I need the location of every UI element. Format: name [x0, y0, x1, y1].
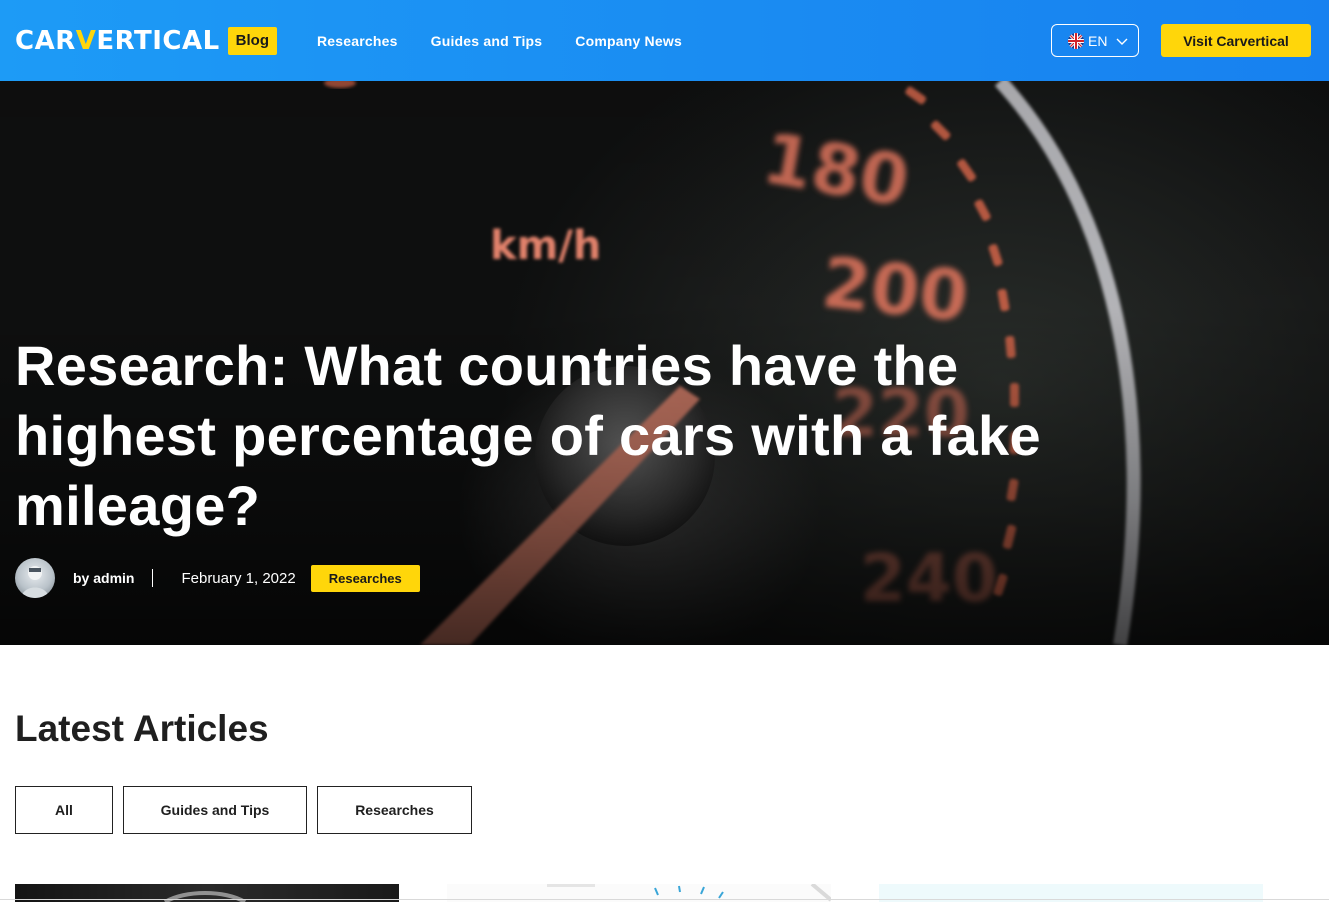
site-header: CARVERTICAL Blog Researches Guides and T…	[0, 0, 1329, 81]
uk-flag-icon	[1068, 32, 1084, 49]
language-code: EN	[1088, 32, 1108, 49]
nav-company-news[interactable]: Company News	[575, 33, 682, 49]
filter-guides-button[interactable]: Guides and Tips	[123, 786, 307, 834]
article-meta: by admin February 1, 2022 Researches	[15, 558, 420, 598]
author-avatar	[15, 558, 55, 598]
main-nav: Researches Guides and Tips Company News	[317, 0, 715, 81]
category-badge[interactable]: Researches	[310, 564, 420, 592]
filter-researches-button[interactable]: Researches	[317, 786, 472, 834]
featured-article-hero[interactable]: 180 200 220 240 km/h Research: What coun…	[0, 81, 1329, 645]
nav-guides-and-tips[interactable]: Guides and Tips	[431, 33, 543, 49]
nav-researches[interactable]: Researches	[317, 33, 398, 49]
blog-badge: Blog	[227, 27, 277, 55]
article-author[interactable]: by admin	[73, 570, 134, 586]
page-divider	[0, 899, 1329, 900]
hero-article-title[interactable]: Research: What countries have the highes…	[15, 331, 1075, 541]
meta-divider	[152, 569, 154, 587]
logo-wordmark: CARVERTICAL	[15, 26, 220, 56]
filter-all-button[interactable]: All	[15, 786, 113, 834]
article-date: February 1, 2022	[181, 569, 296, 587]
language-selector[interactable]: EN	[1051, 24, 1139, 57]
latest-articles-heading: Latest Articles	[15, 708, 269, 749]
article-filters: All Guides and Tips Researches	[15, 786, 482, 834]
chevron-down-icon	[1115, 34, 1129, 48]
carvertical-logo[interactable]: CARVERTICAL Blog	[15, 24, 277, 58]
visit-carvertical-button[interactable]: Visit Carvertical	[1161, 24, 1311, 57]
